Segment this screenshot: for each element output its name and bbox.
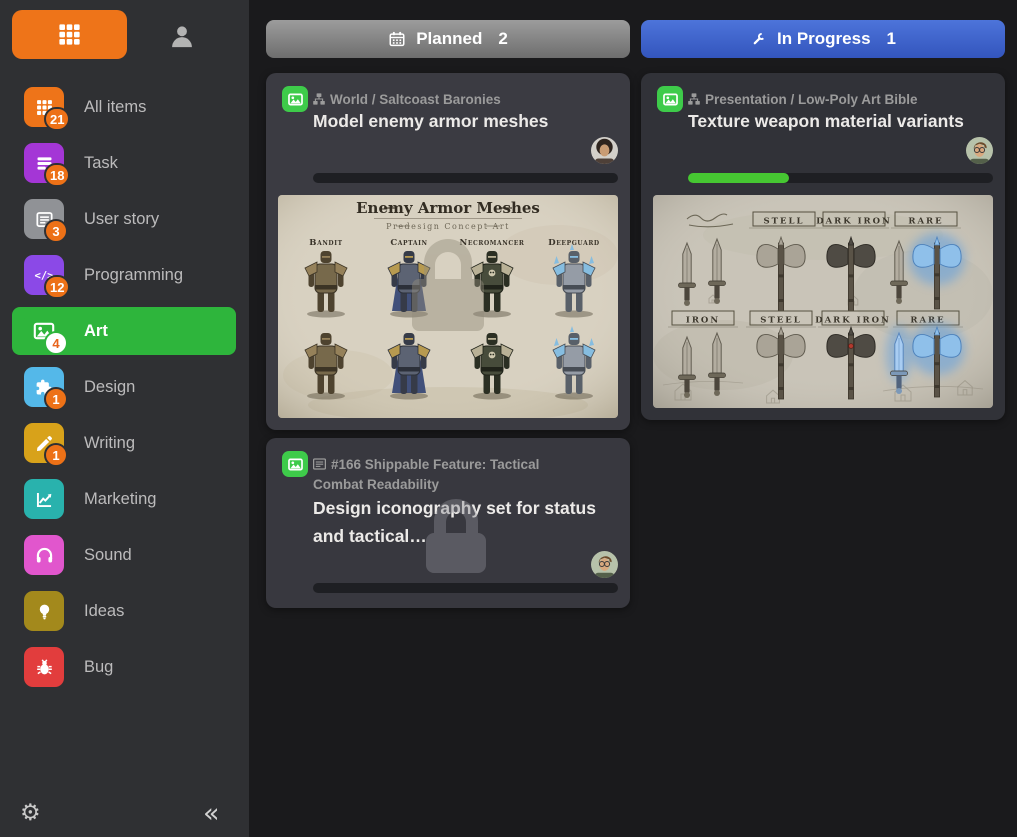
sidebar: 21 All items 18 Task 3 User story </> 12 xyxy=(0,0,249,837)
column-header-planned[interactable]: Planned 2 xyxy=(266,20,630,58)
art-type-icon xyxy=(282,86,308,112)
column-count: 2 xyxy=(498,29,507,49)
sidebar-item-label: User story xyxy=(84,191,159,247)
count-badge: 4 xyxy=(44,331,68,355)
svg-text:DARK IRON: DARK IRON xyxy=(815,316,891,326)
sidebar-item-bug[interactable]: Bug xyxy=(0,639,249,695)
sidebar-item-marketing[interactable]: Marketing xyxy=(0,471,249,527)
category-nav: 21 All items 18 Task 3 User story </> 12 xyxy=(0,79,249,695)
headphones-icon xyxy=(24,535,64,575)
count-badge: 1 xyxy=(44,443,68,467)
collapse-sidebar-icon[interactable]: « xyxy=(203,798,218,829)
sidebar-item-design[interactable]: 1 Design xyxy=(0,359,249,415)
svg-text:RARE: RARE xyxy=(908,217,943,227)
progress-bar xyxy=(313,583,618,593)
art-type-icon xyxy=(657,86,683,112)
sidebar-item-label: Design xyxy=(84,359,135,415)
bug-icon xyxy=(24,647,64,687)
sidebar-item-label: Art xyxy=(84,303,108,359)
card-model-enemy-armor-meshes[interactable]: World / Saltcoast Baronies Model enemy a… xyxy=(266,73,630,430)
user-icon[interactable] xyxy=(168,22,196,50)
art-type-icon xyxy=(282,451,308,477)
svg-text:Bandit: Bandit xyxy=(309,238,342,248)
grid-icon xyxy=(56,21,83,48)
svg-text:DARK IRON: DARK IRON xyxy=(816,217,892,227)
sidebar-item-ideas[interactable]: Ideas xyxy=(0,583,249,639)
sidebar-item-label: Ideas xyxy=(84,583,124,639)
sitemap-icon xyxy=(313,93,325,105)
column-title: In Progress xyxy=(777,29,871,49)
card-design-iconography-set[interactable]: #166 Shippable Feature: Tactical Combat … xyxy=(266,438,630,608)
svg-text:Enemy Armor Meshes: Enemy Armor Meshes xyxy=(356,199,540,217)
weapons-concept-image: STELLDARK IRONRAREIRONSTEELDARK IRONRARE xyxy=(653,195,993,408)
sidebar-item-sound[interactable]: Sound xyxy=(0,527,249,583)
svg-text:Predesign Concept Art: Predesign Concept Art xyxy=(386,222,510,231)
sidebar-item-label: Marketing xyxy=(84,471,156,527)
svg-text:STEEL: STEEL xyxy=(760,316,801,326)
assignee-avatar-man xyxy=(591,551,618,578)
sidebar-item-art[interactable]: 4 Art xyxy=(0,303,249,359)
sidebar-item-label: Sound xyxy=(84,527,132,583)
column-header-in-progress[interactable]: In Progress 1 xyxy=(641,20,1005,58)
workspace-menu-button[interactable] xyxy=(12,10,127,59)
settings-gear-icon[interactable]: ⚙ xyxy=(20,800,41,826)
svg-text:STELL: STELL xyxy=(764,217,805,227)
card-texture-weapon-material-variants[interactable]: Presentation / Low-Poly Art Bible Textur… xyxy=(641,73,1005,420)
count-badge: 21 xyxy=(44,107,70,131)
lightbulb-icon xyxy=(24,591,64,631)
assignee-avatar-woman xyxy=(591,137,618,164)
calendar-icon xyxy=(388,30,406,48)
count-badge: 1 xyxy=(44,387,68,411)
sidebar-item-task[interactable]: 18 Task xyxy=(0,135,249,191)
parent-name: Presentation / Low-Poly Art Bible xyxy=(705,92,918,107)
assignee-avatar-man xyxy=(966,137,993,164)
svg-text:IRON: IRON xyxy=(686,316,720,326)
sidebar-item-programming[interactable]: </> 12 Programming xyxy=(0,247,249,303)
sidebar-item-writing[interactable]: 1 Writing xyxy=(0,415,249,471)
sidebar-item-user-story[interactable]: 3 User story xyxy=(0,191,249,247)
armor-concept-image: Enemy Armor Meshes Predesign Concept Art B… xyxy=(278,195,618,418)
chart-icon xyxy=(24,479,64,519)
svg-text:Deepguard: Deepguard xyxy=(548,238,599,248)
count-badge: 18 xyxy=(44,163,70,187)
sidebar-item-label: Programming xyxy=(84,247,183,303)
column-count: 1 xyxy=(887,29,896,49)
sidebar-item-label: Writing xyxy=(84,415,135,471)
lock-icon xyxy=(416,483,496,575)
sidebar-item-label: Task xyxy=(84,135,118,191)
sidebar-item-all-items[interactable]: 21 All items xyxy=(0,79,249,135)
progress-bar xyxy=(313,173,618,183)
card-title: Model enemy armor meshes xyxy=(313,107,613,135)
svg-text:Necromancer: Necromancer xyxy=(459,238,524,248)
parent-name: World / Saltcoast Baronies xyxy=(330,92,501,107)
svg-text:Captain: Captain xyxy=(390,238,427,248)
sidebar-item-label: Bug xyxy=(84,639,113,695)
card-title: Texture weapon material variants xyxy=(688,107,988,135)
sidebar-item-label: All items xyxy=(84,79,146,135)
count-badge: 12 xyxy=(44,275,70,299)
column-title: Planned xyxy=(416,29,482,49)
list-icon xyxy=(313,458,326,470)
progress-fill xyxy=(688,173,789,183)
progress-bar xyxy=(688,173,993,183)
sitemap-icon xyxy=(688,93,700,105)
wrench-icon xyxy=(750,31,767,48)
count-badge: 3 xyxy=(44,219,68,243)
